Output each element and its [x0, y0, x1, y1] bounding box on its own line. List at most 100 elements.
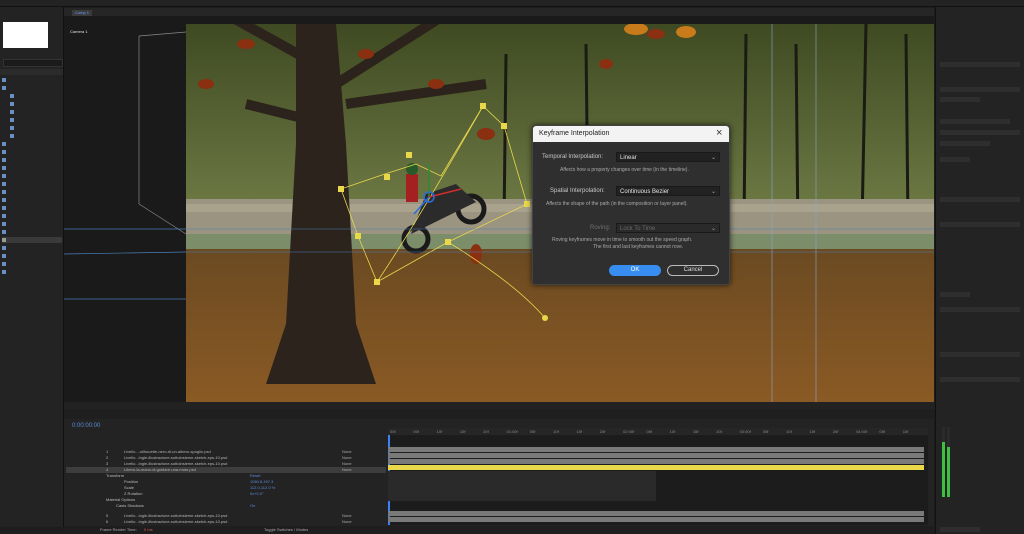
ruler-tick: 05f: [529, 429, 536, 434]
ruler-tick: 20f: [599, 429, 606, 434]
ruler-tick: 10f: [902, 429, 909, 434]
panel-row[interactable]: [940, 197, 1020, 202]
layer-bar-selected[interactable]: [388, 465, 924, 470]
prop-transform[interactable]: Transform Reset: [106, 473, 260, 479]
panel-row[interactable]: [940, 97, 980, 102]
panel-row[interactable]: [940, 141, 990, 146]
panel-row[interactable]: [940, 222, 1020, 227]
prop-value[interactable]: 0x+0.0°: [250, 491, 264, 497]
list-item[interactable]: [2, 141, 62, 147]
prop-value[interactable]: On: [250, 503, 255, 509]
panel-row[interactable]: [940, 377, 1020, 382]
list-item[interactable]: [10, 133, 62, 139]
temporal-interpolation-value: Linear: [620, 155, 637, 161]
prop-label: Material Options: [106, 497, 136, 502]
viewer-tab-bar: Comp 1: [64, 8, 934, 16]
spatial-interpolation-select[interactable]: Continuous Bezier ⌄: [616, 186, 720, 196]
list-item[interactable]: [2, 237, 62, 243]
layer-mode[interactable]: None: [342, 519, 352, 525]
ruler-tick: 10f: [786, 429, 792, 434]
ruler-tick: 15f: [459, 429, 466, 434]
panel-row[interactable]: [940, 62, 1020, 67]
layer-bar[interactable]: [388, 459, 924, 464]
list-item[interactable]: [2, 165, 62, 171]
roving-description-1: Roving keyframes move in time to smooth …: [552, 237, 693, 243]
ruler-tick: 10f: [436, 429, 443, 434]
panel-row[interactable]: [940, 119, 1010, 124]
audio-meter-left: [942, 427, 945, 497]
layer-name: Libero-la-mano-di-guidare-una-moto.psd: [124, 467, 196, 472]
layer-bar[interactable]: [388, 511, 924, 516]
ruler-tick: 10f: [669, 429, 676, 434]
ruler-tick: 01:00f: [506, 429, 518, 434]
ruler-tick: 20f: [832, 429, 839, 434]
layer-bar[interactable]: [388, 453, 924, 458]
keyframe-interpolation-dialog: Keyframe Interpolation × Temporal Interp…: [532, 125, 730, 285]
ok-button[interactable]: OK: [609, 265, 661, 276]
layer-bar[interactable]: [388, 447, 924, 452]
ruler-tick: 15f: [576, 429, 582, 434]
ruler-tick: 04:00f: [856, 429, 868, 434]
temporal-interpolation-select[interactable]: Linear ⌄: [616, 152, 720, 162]
viewer-controls[interactable]: [64, 402, 934, 410]
table-row[interactable]: 6 Livello...ingle-illustrazione-sottoins…: [66, 519, 386, 525]
panel-row[interactable]: [940, 292, 970, 297]
close-icon[interactable]: ×: [716, 127, 722, 139]
ruler-tick: 05f: [879, 429, 885, 434]
prop-label: Transform: [106, 473, 125, 478]
roving-value: Lock To Time: [620, 226, 656, 232]
list-item[interactable]: [2, 245, 62, 251]
list-item[interactable]: [10, 109, 62, 115]
list-item[interactable]: [2, 181, 62, 187]
panel-row[interactable]: [940, 527, 980, 532]
list-item[interactable]: [2, 197, 62, 203]
list-item[interactable]: [2, 77, 62, 83]
audio-meter-right: [947, 427, 950, 497]
panel-row[interactable]: [940, 87, 1020, 92]
list-item[interactable]: [2, 261, 62, 267]
time-ruler[interactable]: 00f 05f 10f 15f 20f 01:00f 05f 10f 15f 20f 02:00f 0…: [388, 428, 928, 435]
list-item[interactable]: [2, 189, 62, 195]
panel-row[interactable]: [940, 352, 1020, 357]
list-item[interactable]: [10, 93, 62, 99]
frame-render-time-value: 0 ms: [144, 527, 153, 532]
list-item[interactable]: [2, 229, 62, 235]
list-item[interactable]: [2, 85, 62, 91]
panel-row[interactable]: [940, 307, 1020, 312]
spatial-interpolation-description: Affects the shape of the path (in the co…: [546, 201, 688, 207]
prop-label: Z Rotation: [124, 491, 143, 496]
timeline-tracks[interactable]: 00f 05f 10f 15f 20f 01:00f 05f 10f 15f 20f 02:00f 0…: [388, 428, 928, 525]
roving-select[interactable]: Lock To Time ⌄: [616, 223, 720, 233]
list-item[interactable]: [2, 253, 62, 259]
list-item[interactable]: [10, 125, 62, 131]
list-item[interactable]: [2, 173, 62, 179]
roving-label: Roving:: [590, 225, 611, 231]
top-bar: [0, 0, 1024, 7]
list-item[interactable]: [10, 101, 62, 107]
list-item[interactable]: [10, 117, 62, 123]
list-item[interactable]: [2, 213, 62, 219]
project-search-input[interactable]: [3, 59, 63, 67]
list-item[interactable]: [2, 221, 62, 227]
prop-casts-shadows[interactable]: Casts Shadows On: [116, 503, 255, 509]
list-item[interactable]: [2, 205, 62, 211]
layer-bar[interactable]: [388, 517, 924, 522]
list-item[interactable]: [2, 269, 62, 275]
temporal-interpolation-label: Temporal Interpolation:: [542, 154, 604, 160]
toggle-switches-modes[interactable]: Toggle Switches / Modes: [264, 527, 308, 532]
list-item[interactable]: [2, 149, 62, 155]
ruler-tick: 05f: [413, 429, 419, 434]
project-panel: [0, 7, 64, 527]
layer-mode[interactable]: None: [342, 467, 352, 473]
tab-comp-1[interactable]: Comp 1: [72, 10, 93, 16]
cancel-button[interactable]: Cancel: [667, 265, 719, 276]
ruler-tick: 20f: [716, 429, 722, 434]
dialog-header: Keyframe Interpolation ×: [533, 126, 729, 142]
ruler-tick: 15f: [809, 429, 816, 434]
panel-row[interactable]: [940, 157, 970, 162]
panel-row[interactable]: [940, 130, 1020, 135]
spatial-interpolation-label: Spatial Interpolation:: [550, 188, 605, 194]
timecode-display[interactable]: 0:00:00:00: [72, 423, 100, 429]
prop-label: Casts Shadows: [116, 503, 144, 508]
list-item[interactable]: [2, 157, 62, 163]
